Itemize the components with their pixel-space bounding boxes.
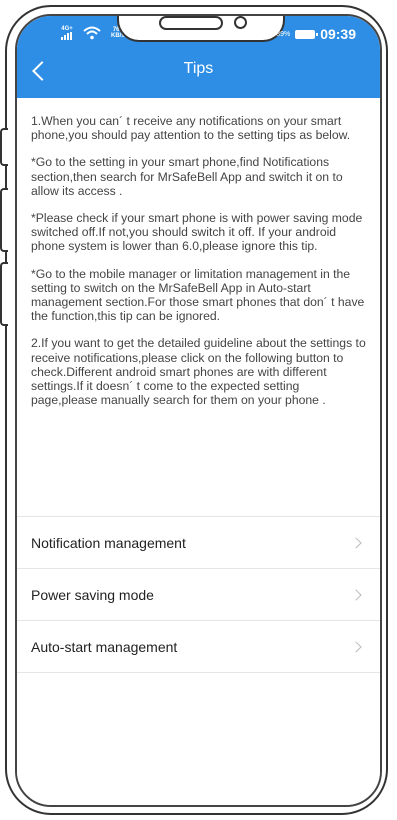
tip-paragraph: *Go to the setting in your smart phone,f… <box>31 155 343 198</box>
chevron-right-icon <box>350 588 362 601</box>
status-bar-left: 4G+ 769 KB/s <box>61 26 125 40</box>
menu-item-auto-start-management[interactable]: Auto-start management <box>17 621 380 673</box>
tip-paragraph: *Go to the mobile manager or limitation … <box>31 266 365 324</box>
phone-notch <box>117 16 285 42</box>
menu-item-notification-management[interactable]: Notification management <box>17 517 380 569</box>
phone-side-button <box>0 188 8 252</box>
tip-paragraph: 1.When you can´ t receive any notificati… <box>31 114 351 143</box>
page-title: Tips <box>183 60 214 77</box>
menu-item-label: Notification management <box>31 534 186 551</box>
phone-side-button <box>0 262 8 326</box>
phone-screen: 4G+ 769 KB/s 89% 09:39 Tips 1.When you c… <box>15 14 382 807</box>
cellular-signal-icon: 4G+ <box>61 26 73 40</box>
menu-item-label: Auto-start management <box>31 638 178 655</box>
tips-text: 1.When you can´ t receive any notificati… <box>17 98 380 407</box>
camera-icon <box>234 16 247 29</box>
battery-percentage: 89% <box>276 30 291 38</box>
status-bar-right: 89% 09:39 <box>276 26 356 42</box>
chevron-right-icon <box>350 640 362 653</box>
settings-menu: Notification management Power saving mod… <box>17 516 380 673</box>
menu-item-label: Power saving mode <box>31 586 154 603</box>
wifi-icon <box>83 26 101 40</box>
phone-side-button <box>0 128 8 166</box>
menu-item-power-saving-mode[interactable]: Power saving mode <box>17 569 380 621</box>
tip-paragraph: *Please check if your smart phone is wit… <box>31 211 363 254</box>
battery-icon <box>295 29 319 39</box>
status-time: 09:39 <box>320 26 356 42</box>
speaker-icon <box>159 16 223 30</box>
tip-paragraph: 2.If you want to get the detailed guidel… <box>31 336 366 408</box>
chevron-right-icon <box>350 536 362 549</box>
tips-content: 1.When you can´ t receive any notificati… <box>17 98 380 805</box>
app-header: 4G+ 769 KB/s 89% 09:39 Tips <box>17 16 380 98</box>
